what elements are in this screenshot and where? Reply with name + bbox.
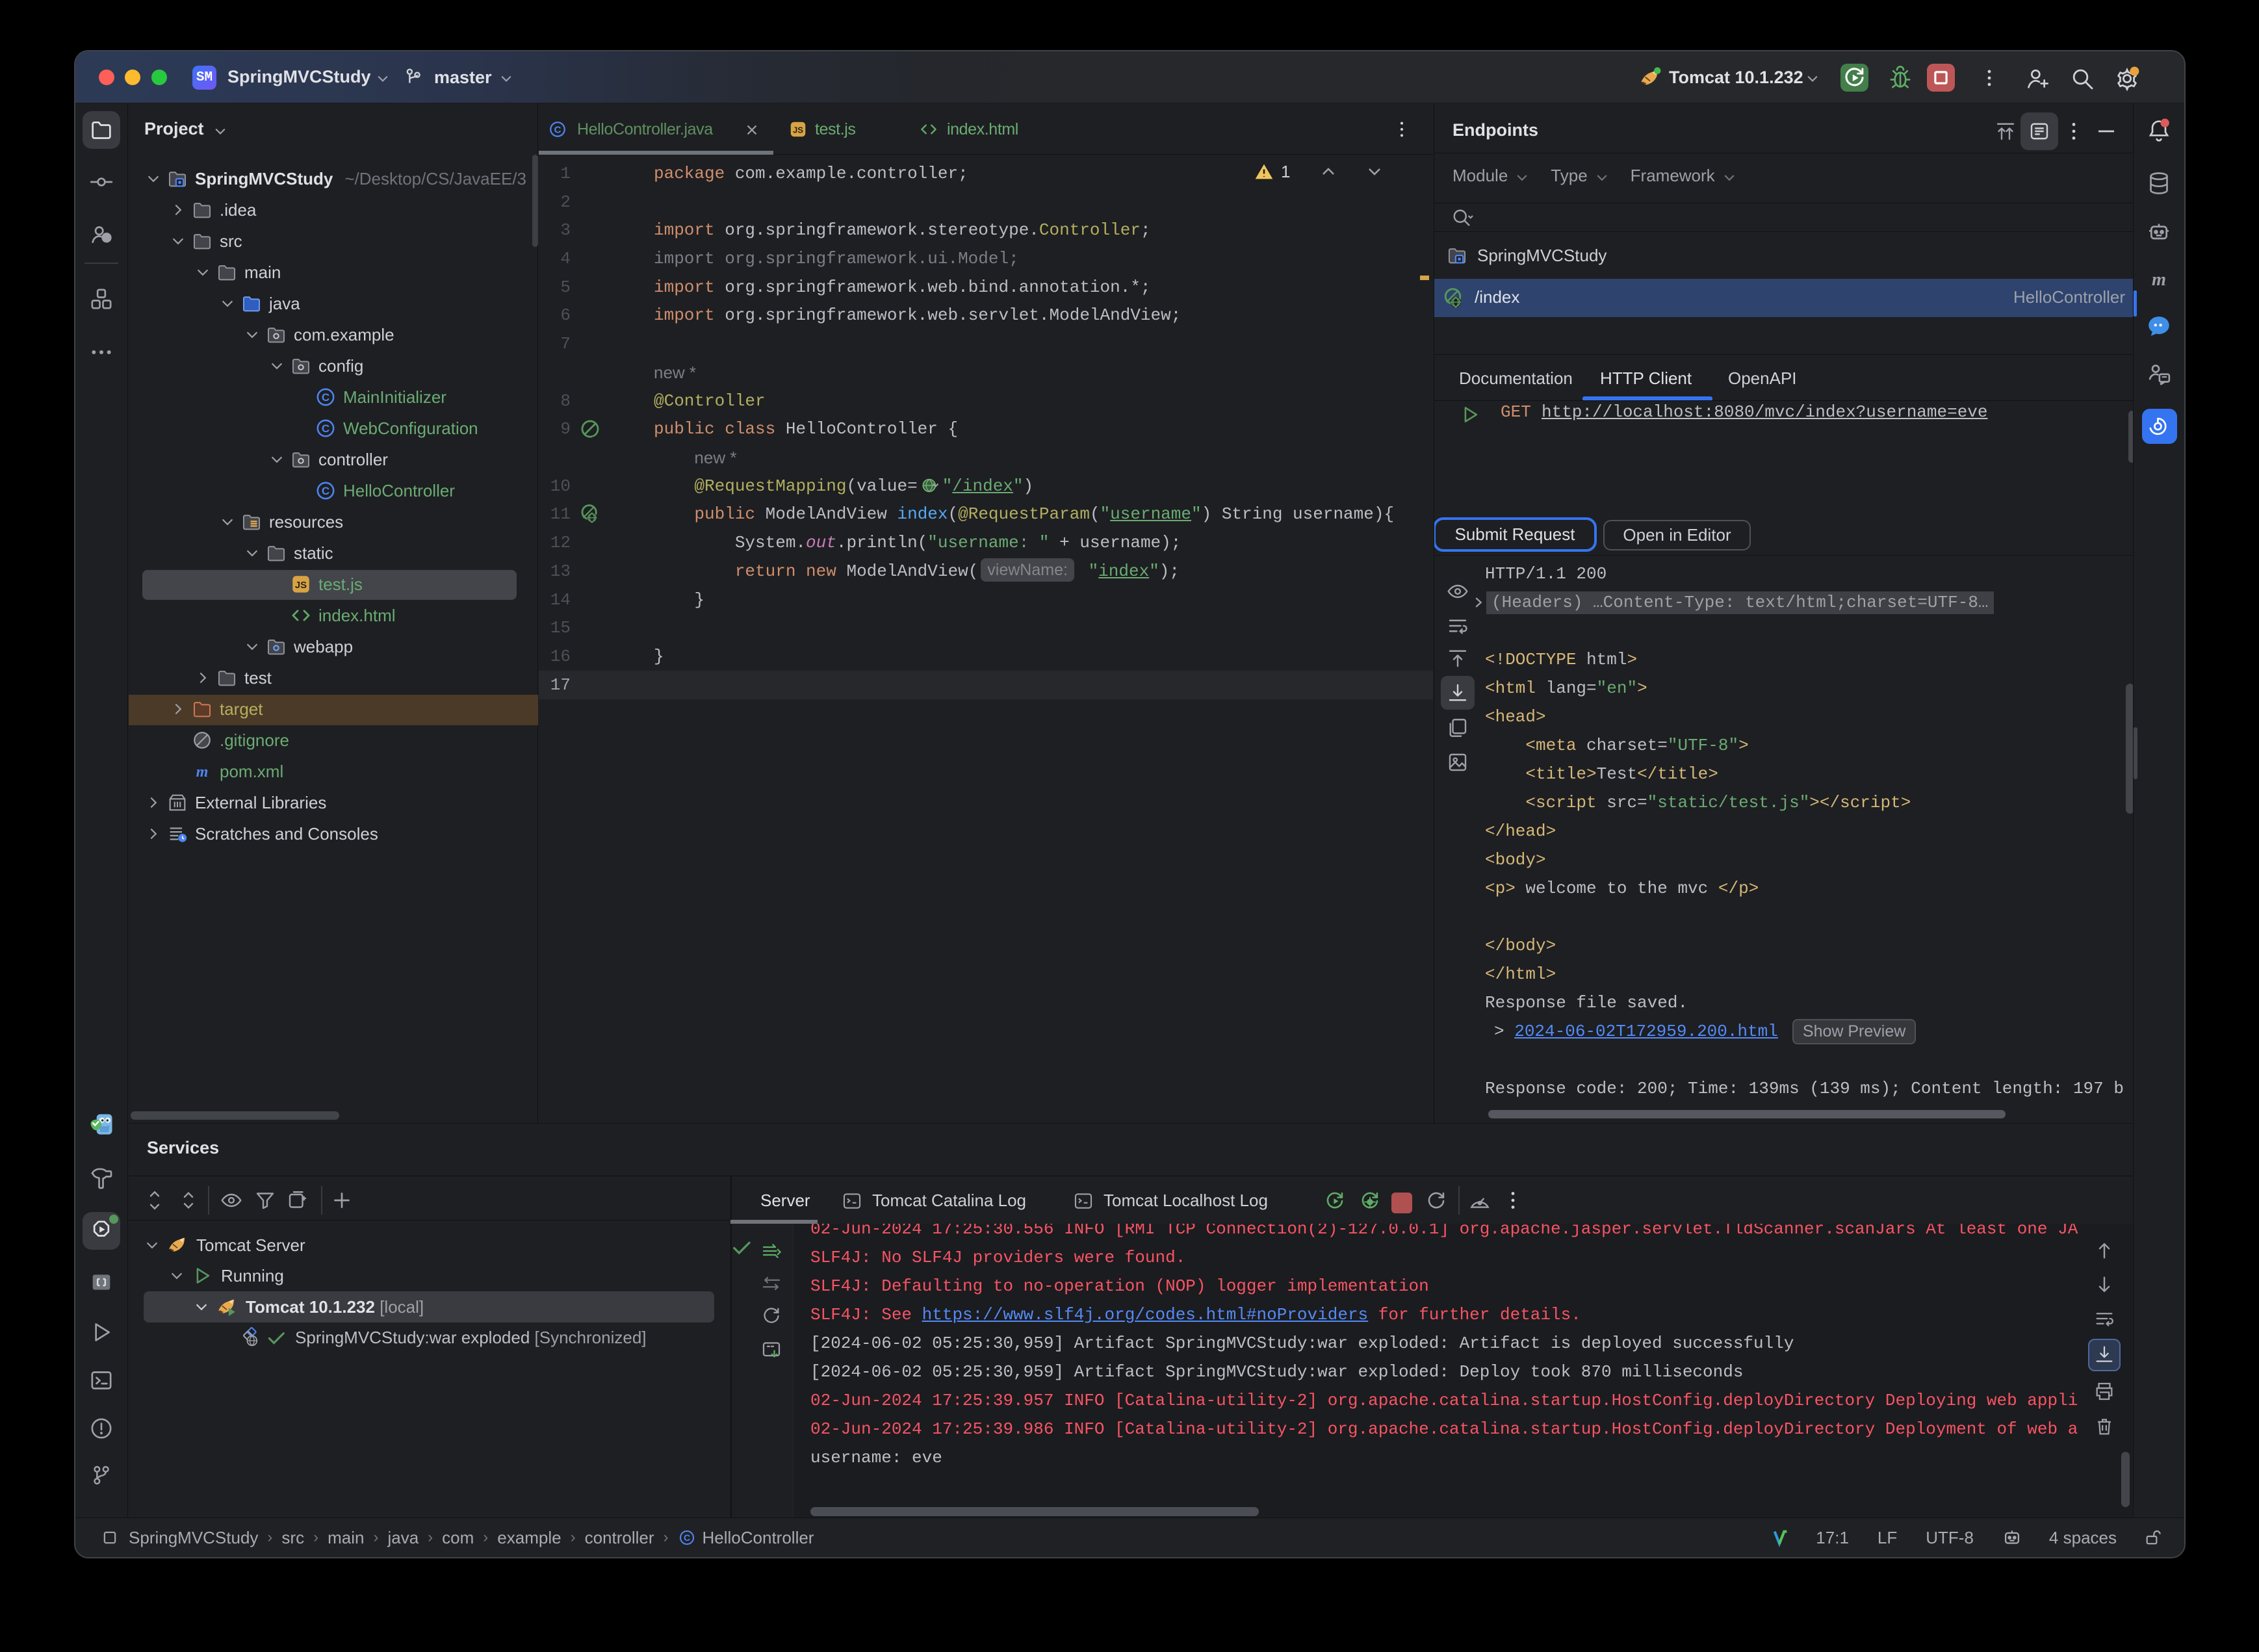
svg-text:C: C	[554, 124, 562, 135]
svg-text:m: m	[2152, 270, 2166, 290]
svg-text:C: C	[683, 1532, 690, 1543]
svg-text:C: C	[322, 391, 329, 404]
svg-text:m: m	[196, 764, 209, 781]
svg-text:?: ?	[105, 234, 109, 242]
svg-text:JS: JS	[793, 125, 803, 135]
svg-text:JS: JS	[295, 580, 307, 591]
svg-text:C: C	[322, 422, 329, 435]
svg-text:C: C	[322, 485, 329, 497]
